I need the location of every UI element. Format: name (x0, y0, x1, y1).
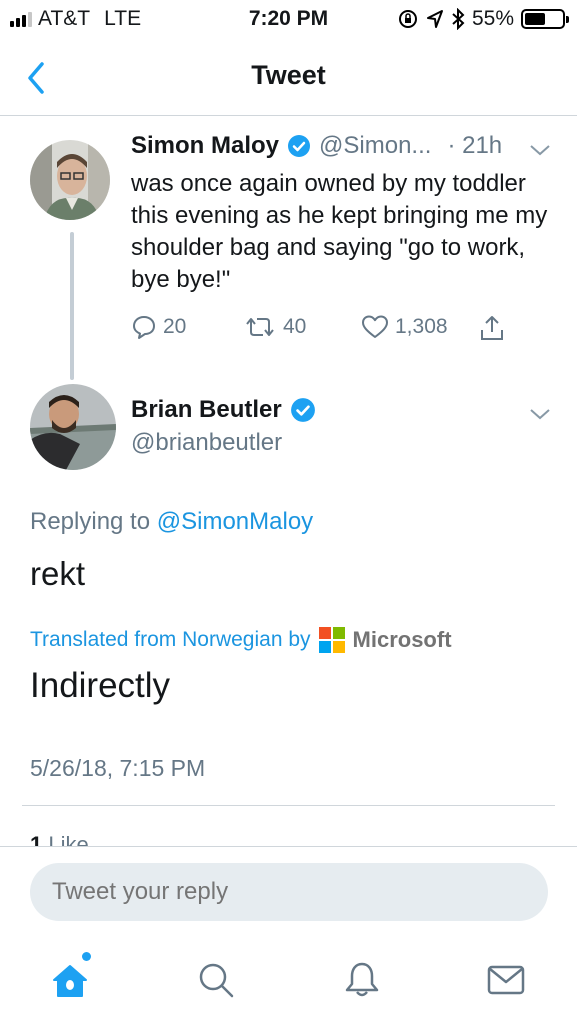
home-icon[interactable] (50, 960, 90, 1000)
rotation-lock-icon (398, 10, 417, 28)
avatar-brian-beutler[interactable] (30, 384, 116, 470)
verified-badge-icon (290, 398, 315, 422)
divider (22, 805, 555, 806)
replying-prefix: Replying to (30, 508, 151, 535)
author-handle[interactable]: @Simon... (319, 132, 431, 160)
reply-count: 20 (163, 315, 187, 338)
translation-attribution: Translated from Norwegian by Microsoft (30, 627, 452, 653)
replying-to-link[interactable]: @SimonMaloy (157, 508, 313, 535)
messages-icon[interactable] (486, 960, 526, 1000)
search-icon[interactable] (196, 960, 236, 1000)
share-icon (481, 316, 503, 340)
verified-badge-icon (288, 135, 311, 157)
battery-icon (521, 9, 569, 29)
retweet-icon (246, 318, 274, 336)
tweet-timestamp: 5/26/18, 7:15 PM (30, 755, 206, 781)
retweet-count: 40 (283, 315, 307, 338)
author-handle[interactable]: @brianbeutler (131, 429, 282, 457)
notifications-icon[interactable] (342, 960, 382, 1000)
reply-bar (0, 846, 577, 936)
share-button[interactable] (479, 314, 505, 342)
like-count: 1,308 (395, 315, 448, 338)
replying-to: Replying to @SimonMaloy (30, 508, 313, 536)
retweet-button[interactable]: 40 (243, 314, 306, 340)
translated-text: Indirectly (30, 666, 171, 705)
translator-name: Microsoft (352, 627, 452, 652)
tweet-actions: 20 40 1,308 (131, 314, 531, 344)
author-name[interactable]: Brian Beutler (131, 396, 282, 424)
battery-percent: 55% (471, 7, 514, 30)
chevron-down-icon[interactable] (528, 142, 552, 158)
thread-line (70, 232, 74, 380)
tab-bar (0, 936, 577, 1024)
reply-icon (133, 316, 155, 339)
home-unread-dot (82, 952, 91, 961)
reply-input[interactable] (30, 863, 548, 921)
tweet-text: was once again owned by my toddler this … (131, 170, 548, 293)
tweet-age: · 21h (447, 132, 503, 159)
bluetooth-icon (452, 8, 465, 30)
heart-icon (362, 315, 388, 338)
like-button[interactable]: 1,308 (361, 314, 448, 340)
tweet-text: rekt (30, 555, 86, 592)
location-icon (426, 10, 443, 28)
status-bar: AT&T LTE 7:20 PM 55% (0, 0, 577, 40)
reply-button[interactable]: 20 (131, 314, 186, 340)
translated-label[interactable]: Translated from Norwegian by (30, 628, 311, 652)
microsoft-logo-icon (318, 627, 345, 653)
chevron-down-icon[interactable] (528, 406, 552, 422)
avatar-simon-maloy[interactable] (30, 140, 110, 220)
nav-bar: Tweet (0, 44, 577, 116)
page-title: Tweet (251, 60, 326, 90)
author-name[interactable]: Simon Maloy (131, 132, 279, 160)
